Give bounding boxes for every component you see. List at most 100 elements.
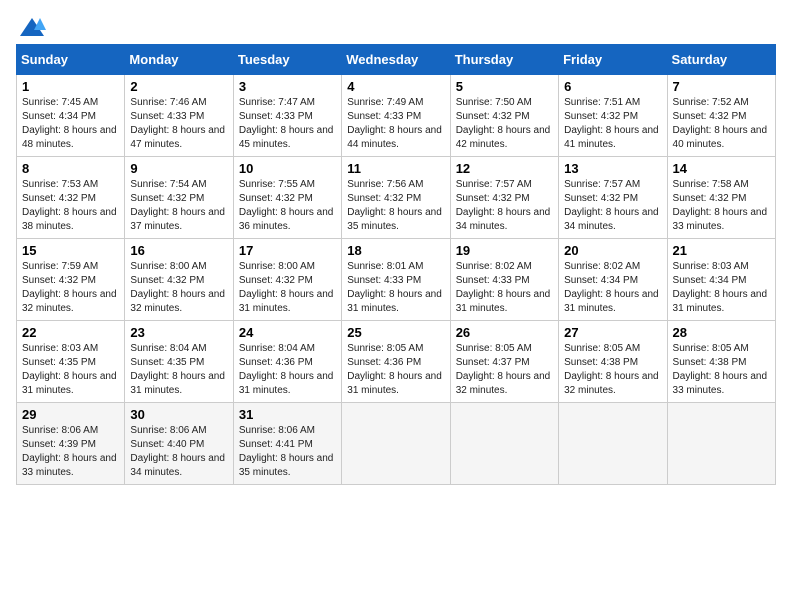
day-number: 26 — [456, 325, 553, 340]
calendar-day-cell: 7 Sunrise: 7:52 AMSunset: 4:32 PMDayligh… — [667, 75, 775, 157]
calendar-day-cell: 15 Sunrise: 7:59 AMSunset: 4:32 PMDaylig… — [17, 239, 125, 321]
day-number: 14 — [673, 161, 770, 176]
day-info: Sunrise: 7:58 AMSunset: 4:32 PMDaylight:… — [673, 178, 770, 234]
day-number: 30 — [130, 407, 227, 422]
day-number: 25 — [347, 325, 444, 340]
day-number: 11 — [347, 161, 444, 176]
day-number: 2 — [130, 79, 227, 94]
day-number: 23 — [130, 325, 227, 340]
day-info: Sunrise: 7:52 AMSunset: 4:32 PMDaylight:… — [673, 96, 770, 152]
calendar-day-cell: 23 Sunrise: 8:04 AMSunset: 4:35 PMDaylig… — [125, 321, 233, 403]
calendar-day-cell: 24 Sunrise: 8:04 AMSunset: 4:36 PMDaylig… — [233, 321, 341, 403]
day-number: 9 — [130, 161, 227, 176]
day-info: Sunrise: 7:53 AMSunset: 4:32 PMDaylight:… — [22, 178, 119, 234]
calendar-week-row: 22 Sunrise: 8:03 AMSunset: 4:35 PMDaylig… — [17, 321, 776, 403]
day-number: 7 — [673, 79, 770, 94]
calendar-day-cell: 27 Sunrise: 8:05 AMSunset: 4:38 PMDaylig… — [559, 321, 667, 403]
calendar-day-cell: 2 Sunrise: 7:46 AMSunset: 4:33 PMDayligh… — [125, 75, 233, 157]
day-number: 13 — [564, 161, 661, 176]
calendar-day-cell: 12 Sunrise: 7:57 AMSunset: 4:32 PMDaylig… — [450, 157, 558, 239]
day-info: Sunrise: 8:06 AMSunset: 4:39 PMDaylight:… — [22, 424, 119, 480]
calendar-day-cell: 10 Sunrise: 7:55 AMSunset: 4:32 PMDaylig… — [233, 157, 341, 239]
day-number: 6 — [564, 79, 661, 94]
calendar-day-cell: 19 Sunrise: 8:02 AMSunset: 4:33 PMDaylig… — [450, 239, 558, 321]
day-number: 4 — [347, 79, 444, 94]
day-info: Sunrise: 7:45 AMSunset: 4:34 PMDaylight:… — [22, 96, 119, 152]
day-info: Sunrise: 8:05 AMSunset: 4:36 PMDaylight:… — [347, 342, 444, 398]
calendar-day-cell: 1 Sunrise: 7:45 AMSunset: 4:34 PMDayligh… — [17, 75, 125, 157]
day-number: 27 — [564, 325, 661, 340]
calendar-header-row: SundayMondayTuesdayWednesdayThursdayFrid… — [17, 45, 776, 75]
day-info: Sunrise: 7:50 AMSunset: 4:32 PMDaylight:… — [456, 96, 553, 152]
calendar-day-cell — [450, 403, 558, 485]
day-info: Sunrise: 7:46 AMSunset: 4:33 PMDaylight:… — [130, 96, 227, 152]
day-info: Sunrise: 8:00 AMSunset: 4:32 PMDaylight:… — [130, 260, 227, 316]
day-number: 15 — [22, 243, 119, 258]
calendar-day-cell: 17 Sunrise: 8:00 AMSunset: 4:32 PMDaylig… — [233, 239, 341, 321]
day-number: 21 — [673, 243, 770, 258]
day-number: 24 — [239, 325, 336, 340]
day-info: Sunrise: 8:03 AMSunset: 4:35 PMDaylight:… — [22, 342, 119, 398]
day-info: Sunrise: 8:06 AMSunset: 4:41 PMDaylight:… — [239, 424, 336, 480]
calendar-day-cell: 30 Sunrise: 8:06 AMSunset: 4:40 PMDaylig… — [125, 403, 233, 485]
calendar-day-cell — [342, 403, 450, 485]
day-info: Sunrise: 7:49 AMSunset: 4:33 PMDaylight:… — [347, 96, 444, 152]
day-number: 18 — [347, 243, 444, 258]
day-info: Sunrise: 8:03 AMSunset: 4:34 PMDaylight:… — [673, 260, 770, 316]
calendar-day-cell: 21 Sunrise: 8:03 AMSunset: 4:34 PMDaylig… — [667, 239, 775, 321]
day-info: Sunrise: 7:57 AMSunset: 4:32 PMDaylight:… — [456, 178, 553, 234]
day-number: 19 — [456, 243, 553, 258]
calendar-day-cell: 25 Sunrise: 8:05 AMSunset: 4:36 PMDaylig… — [342, 321, 450, 403]
day-number: 3 — [239, 79, 336, 94]
calendar-day-cell: 22 Sunrise: 8:03 AMSunset: 4:35 PMDaylig… — [17, 321, 125, 403]
page-header — [16, 16, 776, 34]
day-info: Sunrise: 8:02 AMSunset: 4:34 PMDaylight:… — [564, 260, 661, 316]
weekday-header-friday: Friday — [559, 45, 667, 75]
day-info: Sunrise: 7:54 AMSunset: 4:32 PMDaylight:… — [130, 178, 227, 234]
day-number: 29 — [22, 407, 119, 422]
day-number: 16 — [130, 243, 227, 258]
day-info: Sunrise: 8:05 AMSunset: 4:38 PMDaylight:… — [673, 342, 770, 398]
day-info: Sunrise: 7:56 AMSunset: 4:32 PMDaylight:… — [347, 178, 444, 234]
day-number: 22 — [22, 325, 119, 340]
day-info: Sunrise: 7:57 AMSunset: 4:32 PMDaylight:… — [564, 178, 661, 234]
calendar-day-cell: 26 Sunrise: 8:05 AMSunset: 4:37 PMDaylig… — [450, 321, 558, 403]
day-info: Sunrise: 7:47 AMSunset: 4:33 PMDaylight:… — [239, 96, 336, 152]
calendar-day-cell — [559, 403, 667, 485]
calendar-day-cell — [667, 403, 775, 485]
calendar-day-cell: 29 Sunrise: 8:06 AMSunset: 4:39 PMDaylig… — [17, 403, 125, 485]
day-info: Sunrise: 8:05 AMSunset: 4:37 PMDaylight:… — [456, 342, 553, 398]
day-number: 12 — [456, 161, 553, 176]
day-number: 10 — [239, 161, 336, 176]
calendar-table: SundayMondayTuesdayWednesdayThursdayFrid… — [16, 44, 776, 485]
calendar-week-row: 29 Sunrise: 8:06 AMSunset: 4:39 PMDaylig… — [17, 403, 776, 485]
day-info: Sunrise: 8:06 AMSunset: 4:40 PMDaylight:… — [130, 424, 227, 480]
day-number: 17 — [239, 243, 336, 258]
day-number: 28 — [673, 325, 770, 340]
day-info: Sunrise: 7:55 AMSunset: 4:32 PMDaylight:… — [239, 178, 336, 234]
day-info: Sunrise: 7:51 AMSunset: 4:32 PMDaylight:… — [564, 96, 661, 152]
calendar-day-cell: 6 Sunrise: 7:51 AMSunset: 4:32 PMDayligh… — [559, 75, 667, 157]
day-number: 5 — [456, 79, 553, 94]
day-info: Sunrise: 8:04 AMSunset: 4:35 PMDaylight:… — [130, 342, 227, 398]
day-number: 1 — [22, 79, 119, 94]
day-number: 20 — [564, 243, 661, 258]
day-number: 8 — [22, 161, 119, 176]
calendar-day-cell: 8 Sunrise: 7:53 AMSunset: 4:32 PMDayligh… — [17, 157, 125, 239]
calendar-day-cell: 4 Sunrise: 7:49 AMSunset: 4:33 PMDayligh… — [342, 75, 450, 157]
logo-icon — [18, 16, 46, 38]
calendar-day-cell: 5 Sunrise: 7:50 AMSunset: 4:32 PMDayligh… — [450, 75, 558, 157]
weekday-header-wednesday: Wednesday — [342, 45, 450, 75]
calendar-day-cell: 14 Sunrise: 7:58 AMSunset: 4:32 PMDaylig… — [667, 157, 775, 239]
calendar-week-row: 15 Sunrise: 7:59 AMSunset: 4:32 PMDaylig… — [17, 239, 776, 321]
logo — [16, 16, 46, 34]
weekday-header-monday: Monday — [125, 45, 233, 75]
weekday-header-tuesday: Tuesday — [233, 45, 341, 75]
calendar-day-cell: 31 Sunrise: 8:06 AMSunset: 4:41 PMDaylig… — [233, 403, 341, 485]
calendar-week-row: 1 Sunrise: 7:45 AMSunset: 4:34 PMDayligh… — [17, 75, 776, 157]
day-info: Sunrise: 7:59 AMSunset: 4:32 PMDaylight:… — [22, 260, 119, 316]
calendar-day-cell: 13 Sunrise: 7:57 AMSunset: 4:32 PMDaylig… — [559, 157, 667, 239]
day-info: Sunrise: 8:05 AMSunset: 4:38 PMDaylight:… — [564, 342, 661, 398]
calendar-day-cell: 3 Sunrise: 7:47 AMSunset: 4:33 PMDayligh… — [233, 75, 341, 157]
day-info: Sunrise: 8:00 AMSunset: 4:32 PMDaylight:… — [239, 260, 336, 316]
